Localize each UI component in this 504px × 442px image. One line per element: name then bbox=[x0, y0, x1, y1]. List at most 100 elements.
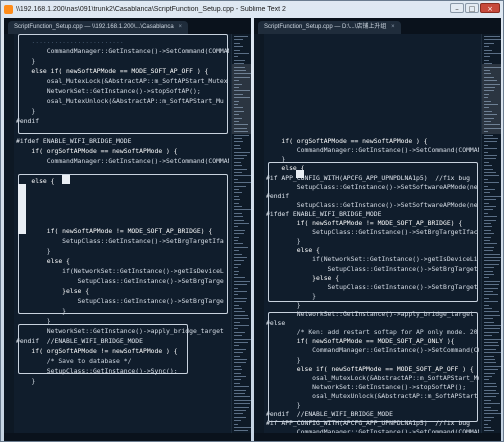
code-line[interactable]: } bbox=[16, 56, 35, 66]
minimap-line bbox=[484, 338, 501, 340]
code-line[interactable]: #ifdef ENABLE_WIFI_BRIDGE_MODE bbox=[16, 136, 131, 146]
minimap-line bbox=[484, 253, 500, 255]
code-line[interactable]: CommandManager::GetInstance()->SetComman… bbox=[16, 46, 229, 56]
code-line[interactable]: #endif //ENABLE_WIFI_BRIDGE_MODE bbox=[16, 336, 143, 346]
minimap-line bbox=[234, 294, 238, 296]
code-line[interactable]: CommandManager::GetInstance()->SetComman… bbox=[16, 156, 229, 166]
code-line[interactable]: /* Save to database */ bbox=[16, 356, 132, 366]
code-line[interactable]: } bbox=[16, 306, 66, 316]
minimap-line bbox=[234, 369, 242, 371]
minimap-line bbox=[484, 403, 500, 405]
minimap-line bbox=[484, 301, 498, 303]
minimize-button[interactable]: – bbox=[450, 3, 464, 13]
minimap-viewport[interactable] bbox=[232, 64, 251, 134]
code-line[interactable]: SetupClass::GetInstance()->SetBrgTarge bbox=[16, 296, 224, 306]
minimap-line bbox=[234, 342, 248, 343]
minimap-line bbox=[234, 420, 241, 422]
minimap-line bbox=[234, 301, 246, 303]
right-minimap[interactable] bbox=[481, 34, 501, 441]
title-bar[interactable]: \\192.168.1.200\nas\091\trunk2\Casablanc… bbox=[1, 1, 503, 17]
right-file-tab[interactable]: ScriptFunction_Setup.cpp — D:\...\店铺上升组 … bbox=[258, 21, 401, 34]
right-tab-close-icon[interactable]: × bbox=[391, 24, 395, 30]
minimap-line bbox=[484, 229, 491, 231]
code-line[interactable]: NetworkSet::GetInstance()->apply_bridge_… bbox=[266, 309, 474, 319]
minimap-line bbox=[484, 226, 492, 228]
code-line[interactable]: if( newSoftAPMode != MODE_SOFT_AP_BRIDGE… bbox=[16, 226, 212, 236]
minimap-line bbox=[234, 314, 248, 316]
left-editor[interactable]: ........................ CommandManager:… bbox=[4, 34, 251, 441]
right-code-area[interactable]: if( orgSoftAPMode == newSoftAPMode ) { C… bbox=[266, 34, 479, 441]
minimap-line bbox=[484, 202, 489, 204]
code-line[interactable]: SetupClass::GetInstance()->Sync(); bbox=[16, 366, 178, 376]
code-line[interactable]: } bbox=[16, 376, 35, 386]
minimap-line bbox=[484, 416, 494, 418]
right-editor[interactable]: if( orgSoftAPMode == newSoftAPMode ) { C… bbox=[254, 34, 501, 441]
minimap-line bbox=[234, 427, 251, 428]
minimap-line bbox=[484, 304, 489, 306]
left-minimap[interactable] bbox=[231, 34, 251, 441]
code-line[interactable]: ........................ bbox=[16, 36, 123, 46]
minimap-line bbox=[234, 36, 248, 37]
code-line[interactable]: SetupClass::GetInstance()->SetBrgTarge bbox=[16, 276, 224, 286]
minimap-line bbox=[484, 294, 498, 296]
left-tab-bar: ScriptFunction_Setup.cpp — \\192.168.1.2… bbox=[4, 18, 251, 34]
minimap-line bbox=[234, 396, 250, 398]
left-file-tab[interactable]: ScriptFunction_Setup.cpp — \\192.168.1.2… bbox=[8, 21, 188, 34]
minimap-line bbox=[234, 335, 242, 337]
code-line[interactable]: } bbox=[16, 316, 51, 326]
minimap-line bbox=[234, 389, 246, 391]
minimap-line bbox=[484, 396, 496, 398]
code-line[interactable]: }else { bbox=[16, 286, 89, 296]
code-line[interactable]: SetupClass::GetInstance()->SetSoftwareAP… bbox=[266, 182, 478, 192]
minimap-line bbox=[234, 403, 250, 405]
minimap-line bbox=[234, 287, 238, 289]
minimap-line bbox=[484, 376, 492, 377]
right-tab-bar: ScriptFunction_Setup.cpp — D:\...\店铺上升组 … bbox=[254, 18, 501, 34]
maximize-button[interactable]: □ bbox=[465, 3, 479, 13]
code-line[interactable]: else { bbox=[16, 256, 70, 266]
minimap-line bbox=[484, 168, 493, 170]
minimap-line bbox=[484, 359, 495, 360]
code-line[interactable]: if( orgSoftAPMode != newSoftAPMode ) { bbox=[16, 346, 177, 356]
code-line[interactable]: osal_MutexLock(&AbstractAP::m_SoftAPStar… bbox=[16, 76, 228, 86]
code-line[interactable]: NetworkSet::GetInstance()->stopSoftAP(); bbox=[16, 86, 201, 96]
minimap-line bbox=[484, 393, 499, 394]
close-button[interactable]: × bbox=[480, 3, 500, 13]
minimap-line bbox=[484, 192, 490, 194]
minimap-viewport[interactable] bbox=[482, 64, 501, 134]
minimap-line bbox=[234, 277, 245, 279]
minimap-line bbox=[234, 359, 247, 360]
minimap-line bbox=[484, 328, 500, 330]
minimap-line bbox=[234, 338, 251, 340]
code-line[interactable]: if( orgSoftAPMode == newSoftAPMode ) { bbox=[16, 146, 177, 156]
code-line[interactable]: } bbox=[16, 246, 51, 256]
left-tab-close-icon[interactable]: × bbox=[178, 24, 182, 30]
code-line[interactable]: else if( newSoftAPMode == MODE_SOFT_AP_O… bbox=[16, 66, 208, 76]
code-line[interactable]: CommandManager::GetInstance()->SetComman… bbox=[266, 145, 479, 155]
minimap-line bbox=[234, 376, 246, 377]
minimap-line bbox=[484, 257, 501, 258]
right-gutter[interactable] bbox=[254, 34, 264, 441]
code-line[interactable]: NetworkSet::GetInstance()->apply_bridge_… bbox=[16, 326, 224, 336]
code-line[interactable]: } bbox=[16, 106, 35, 116]
minimap-line bbox=[484, 185, 488, 187]
code-line[interactable]: SetupClass::GetInstance()->SetBrgTargetI… bbox=[16, 236, 224, 246]
minimap-line bbox=[234, 328, 238, 330]
left-code-area[interactable]: ........................ CommandManager:… bbox=[16, 34, 229, 441]
minimap-line bbox=[484, 355, 494, 357]
minimap-line bbox=[234, 168, 247, 170]
code-line[interactable]: osal_MutexUnlock(&AbstractAP::m_SoftAPSt… bbox=[16, 96, 224, 106]
right-status-strip bbox=[254, 433, 501, 441]
minimap-line bbox=[484, 420, 491, 422]
left-gutter[interactable] bbox=[4, 34, 14, 441]
minimap-line bbox=[234, 209, 251, 211]
minimap-line bbox=[484, 233, 494, 235]
minimap-line bbox=[234, 382, 240, 384]
code-line[interactable]: if(NetworkSet::GetInstance()->getIsDevic… bbox=[16, 266, 224, 276]
right-editor-pane[interactable]: ScriptFunction_Setup.cpp — D:\...\店铺上升组 … bbox=[254, 18, 501, 441]
minimap-line bbox=[484, 56, 490, 58]
code-line[interactable]: #endif bbox=[16, 116, 39, 126]
minimap-line bbox=[484, 410, 498, 411]
minimap-line bbox=[234, 430, 248, 432]
left-editor-pane[interactable]: ScriptFunction_Setup.cpp — \\192.168.1.2… bbox=[4, 18, 251, 441]
